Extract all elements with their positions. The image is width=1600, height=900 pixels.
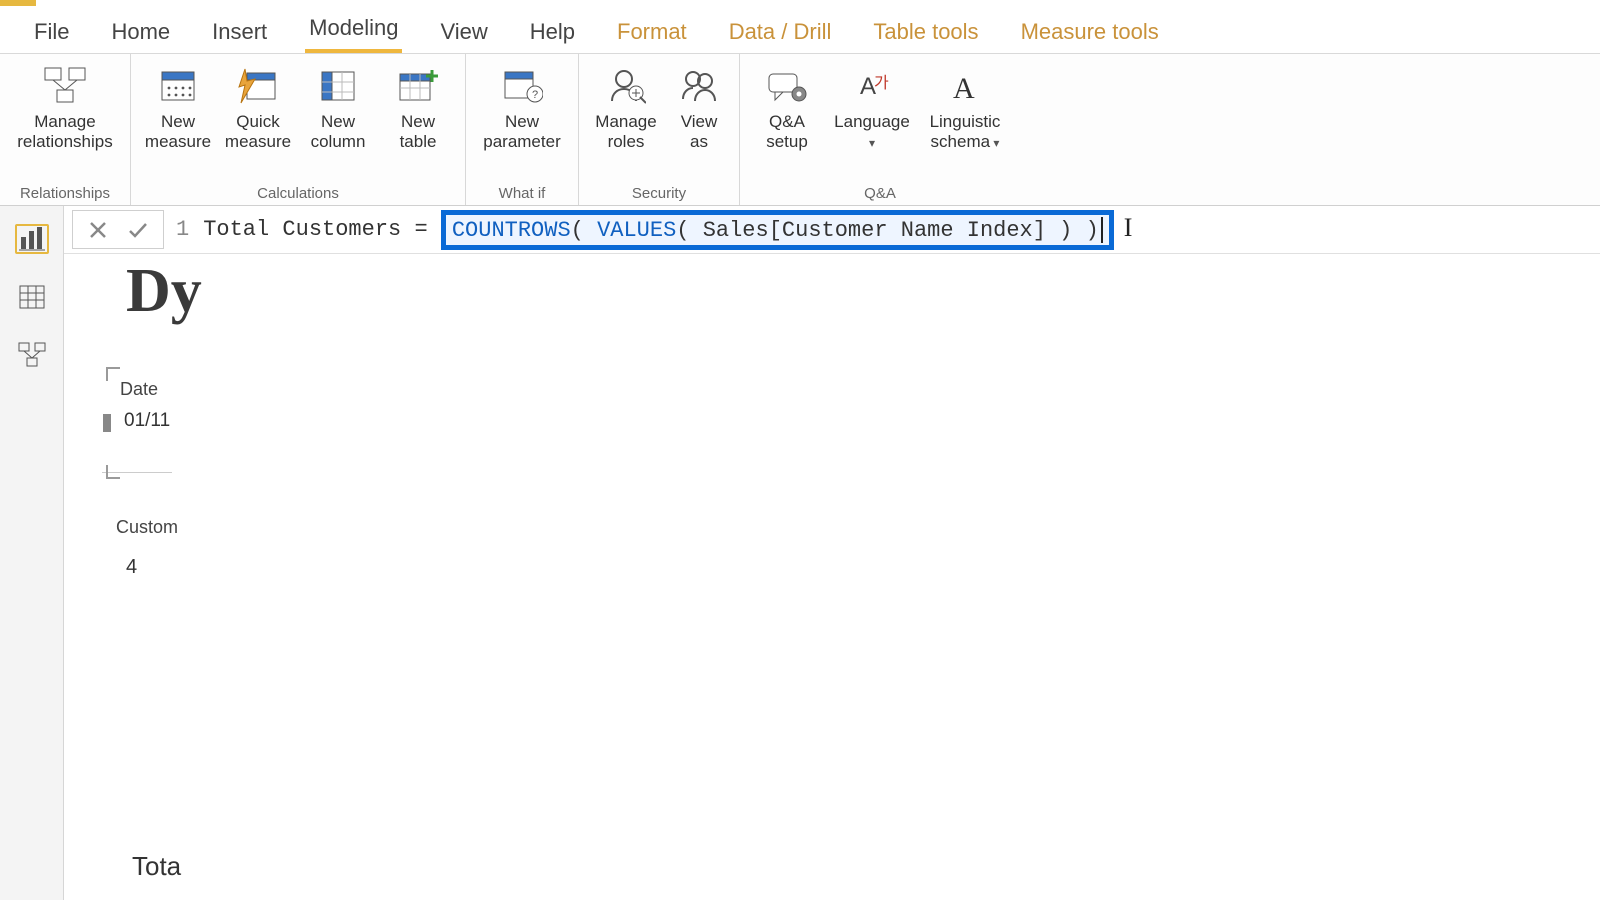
ribbon-group-relationships: Manage relationships Relationships — [0, 54, 131, 205]
selection-corner-icon — [106, 367, 120, 381]
ribbon-tabs: File Home Insert Modeling View Help Form… — [0, 0, 1600, 54]
bar-chart-icon — [19, 227, 45, 251]
model-view-button[interactable] — [15, 340, 49, 370]
formula-bar: 1 Total Customers = COUNTROWS( VALUES( S… — [64, 206, 1600, 254]
manage-roles-label: Manage roles — [595, 112, 656, 151]
new-table-icon — [396, 64, 440, 108]
report-canvas[interactable]: Dy Date 01/11 Custom 4 Tota — [64, 254, 1600, 900]
page-title: Dy — [126, 256, 1600, 327]
new-table-label: New table — [400, 112, 437, 151]
new-measure-button[interactable]: New measure — [141, 60, 215, 183]
language-icon: A 가 — [850, 64, 894, 108]
qa-setup-icon — [765, 64, 809, 108]
commit-formula-button[interactable] — [123, 215, 153, 245]
view-rail — [0, 206, 64, 900]
ribbon-group-calculations: New measure Quick measure — [131, 54, 466, 205]
new-column-label: New column — [311, 112, 366, 151]
data-view-button[interactable] — [15, 282, 49, 312]
date-slicer[interactable]: Date 01/11 — [112, 373, 198, 473]
formula-editor[interactable]: 1 Total Customers = COUNTROWS( VALUES( S… — [172, 206, 1600, 253]
linguistic-schema-label: Linguistic schema — [930, 112, 1001, 151]
report-view-button[interactable] — [15, 224, 49, 254]
ribbon: Manage relationships Relationships New m… — [0, 54, 1600, 206]
relationships-icon — [43, 64, 87, 108]
svg-text:?: ? — [532, 89, 538, 101]
view-as-button[interactable]: View as — [669, 60, 729, 183]
ribbon-group-security: Manage roles View as Security — [579, 54, 740, 205]
quick-measure-label: Quick measure — [225, 112, 291, 151]
tab-measure-tools[interactable]: Measure tools — [1017, 9, 1163, 53]
formula-measure-name: Total Customers = — [203, 217, 427, 242]
ribbon-group-whatif: ? New parameter What if — [466, 54, 579, 205]
tab-home[interactable]: Home — [107, 9, 174, 53]
new-parameter-label: New parameter — [483, 112, 560, 151]
new-column-icon — [316, 64, 360, 108]
ribbon-group-qa: Q&A setup A 가 Language A Linguistic sche — [740, 54, 1020, 205]
text-caret — [1101, 217, 1103, 243]
tab-view[interactable]: View — [436, 9, 491, 53]
new-parameter-button[interactable]: ? New parameter — [476, 60, 568, 183]
new-measure-label: New measure — [145, 112, 211, 151]
linguistic-schema-button[interactable]: A Linguistic schema — [920, 60, 1010, 183]
slicer-value[interactable]: 01/11 — [112, 404, 198, 442]
svg-text:가: 가 — [874, 74, 889, 92]
model-icon — [18, 342, 46, 368]
formula-line-number: 1 — [176, 217, 189, 242]
measure-icon — [156, 64, 200, 108]
selection-corner-icon — [106, 465, 120, 479]
slicer-header: Date — [112, 373, 198, 404]
group-label-security: Security — [632, 183, 686, 205]
view-as-label: View as — [681, 112, 718, 151]
tab-insert[interactable]: Insert — [208, 9, 271, 53]
language-label: Language — [830, 112, 914, 151]
parameter-icon: ? — [500, 64, 544, 108]
tab-help[interactable]: Help — [526, 9, 579, 53]
group-label-relationships: Relationships — [20, 183, 110, 205]
customer-field-value: 4 — [126, 556, 1600, 579]
formula-commit-box — [72, 210, 164, 249]
customer-field-label: Custom — [116, 517, 1600, 538]
check-icon — [127, 220, 149, 240]
tab-file[interactable]: File — [30, 9, 73, 53]
manage-relationships-label: Manage relationships — [17, 112, 112, 151]
manage-roles-icon — [604, 64, 648, 108]
cancel-formula-button[interactable] — [83, 215, 113, 245]
total-label: Tota — [132, 851, 181, 882]
view-as-icon — [677, 64, 721, 108]
tab-modeling[interactable]: Modeling — [305, 5, 402, 53]
qa-setup-label: Q&A setup — [766, 112, 808, 151]
resize-handle[interactable] — [103, 414, 111, 432]
group-label-calculations: Calculations — [257, 183, 339, 205]
language-button[interactable]: A 가 Language — [830, 60, 914, 183]
manage-roles-button[interactable]: Manage roles — [589, 60, 663, 183]
tab-data-drill[interactable]: Data / Drill — [725, 9, 836, 53]
table-icon — [19, 285, 45, 309]
manage-relationships-button[interactable]: Manage relationships — [10, 60, 120, 183]
quick-measure-button[interactable]: Quick measure — [221, 60, 295, 183]
group-label-whatif: What if — [499, 183, 546, 205]
new-column-button[interactable]: New column — [301, 60, 375, 183]
tab-format[interactable]: Format — [613, 9, 691, 53]
close-icon — [88, 220, 108, 240]
text-cursor-icon: I — [1124, 213, 1133, 243]
linguistic-schema-icon: A — [943, 64, 987, 108]
tab-table-tools[interactable]: Table tools — [869, 9, 982, 53]
qa-setup-button[interactable]: Q&A setup — [750, 60, 824, 183]
svg-text:A: A — [953, 72, 975, 104]
new-table-button[interactable]: New table — [381, 60, 455, 183]
quick-measure-icon — [236, 64, 280, 108]
formula-highlighted-expression: COUNTROWS( VALUES( Sales[Customer Name I… — [441, 210, 1114, 250]
group-label-qa: Q&A — [864, 183, 896, 205]
